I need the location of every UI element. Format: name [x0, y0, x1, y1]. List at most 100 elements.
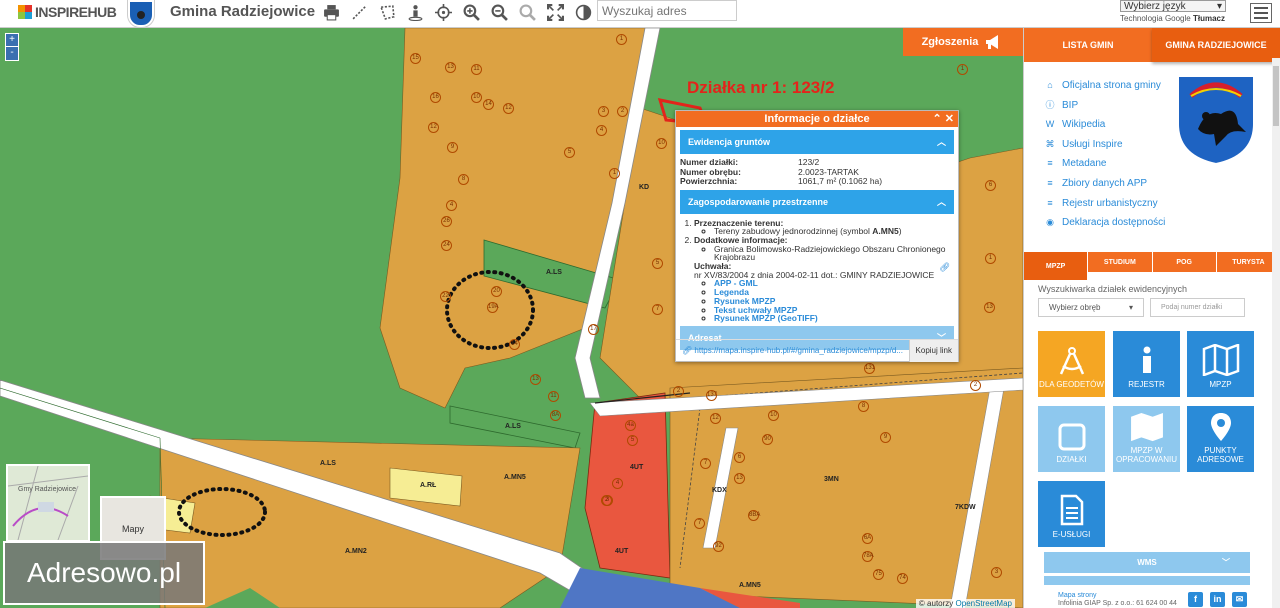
zone-label: A.MN5 [739, 582, 761, 589]
municipality-crest-icon [128, 0, 154, 27]
precinct-select[interactable]: Wybierz obręb ▾ [1038, 298, 1144, 317]
subtab-mpzp[interactable]: MPZP [1024, 252, 1089, 280]
translate-brand-tlumacz: Tłumacz [1192, 14, 1225, 23]
parcel-number: 7 [652, 304, 663, 315]
osm-link[interactable]: OpenStreetMap [956, 599, 1012, 608]
contrast-icon[interactable] [574, 3, 593, 22]
eye-icon: ◉ [1046, 217, 1054, 228]
copy-link-button[interactable]: Kopiuj link [908, 339, 958, 362]
linkedin-icon[interactable]: in [1210, 592, 1225, 607]
zoom-extent-icon[interactable] [518, 3, 537, 22]
translate-brand-google: Google [1164, 14, 1191, 23]
parcel-number: 19A [487, 302, 499, 313]
zone-label: KDX [712, 487, 727, 494]
sidebar: LISTA GMIN GMINA RADZIEJOWICE ⌂ Oficjalna… [1023, 28, 1280, 608]
translate-label: Technologia [1120, 14, 1163, 23]
print-icon[interactable] [322, 3, 341, 22]
parcel-number: 24 [441, 240, 452, 251]
subtab-studium[interactable]: STUDIUM [1088, 252, 1153, 272]
tile-e-uslugi[interactable]: E-USŁUGI [1038, 481, 1105, 547]
parcel-number: 7 [694, 518, 705, 529]
tile-dla-geodetow[interactable]: DLA GEODETÓW [1038, 331, 1105, 397]
section-ewidencja[interactable]: Ewidencja gruntów ︿ [680, 130, 954, 154]
tile-label: E-USŁUGI [1052, 530, 1091, 539]
parcel-number: 12 [503, 103, 514, 114]
item2-bullet: Granica Bolimowsko-Radziejowickiego Obsz… [714, 244, 954, 262]
streetview-icon[interactable] [406, 3, 425, 22]
link-icon: 🔗︎ [682, 346, 695, 355]
inspirehub-logo[interactable]: INSPIREHUB [18, 4, 117, 20]
sidebar-link[interactable]: ≡ Metadane [1044, 154, 1165, 174]
field-row: Powierzchnia: 1061,7 m² (0.1062 ha) [680, 176, 954, 187]
zoning-details: Przeznaczenie terenu: Tereny zabudowy je… [680, 218, 954, 323]
sidebar-link-label: Deklaracja dostępności [1062, 217, 1166, 229]
locate-icon[interactable] [434, 3, 453, 22]
report-button-label: Zgłoszenia [921, 36, 979, 48]
close-icon[interactable]: ✕ [945, 113, 954, 125]
sidebar-link-label: Usługi Inspire [1062, 138, 1123, 150]
zoom-in-icon[interactable] [462, 3, 481, 22]
parcel-number: 11 [471, 64, 482, 75]
tile-dzialki[interactable]: DZIAŁKI [1038, 406, 1105, 472]
inspirehub-logo-mark-icon [18, 5, 32, 19]
tile-mpzp-w-opracowaniu[interactable]: MPZP W OPRACOWANIU [1113, 406, 1180, 472]
field-value: 1061,7 m² (0.1062 ha) [798, 176, 883, 186]
parcel-number: 137 [706, 390, 717, 401]
tile-label: MPZP [1209, 380, 1232, 389]
map-attribution: © autorzy OpenStreetMap [915, 599, 1015, 608]
parcel-number: 14 [483, 99, 494, 110]
plot-number-input[interactable]: Podaj numer działki [1150, 298, 1245, 317]
sidebar-link[interactable]: W Wikipedia [1044, 115, 1165, 135]
link-icon[interactable]: 🔗︎ [939, 262, 950, 272]
sidebar-link[interactable]: ⓘ BIP [1044, 96, 1165, 116]
facebook-icon[interactable]: f [1188, 592, 1203, 607]
language-select[interactable]: Wybierz język ▾ [1120, 0, 1226, 12]
menu-icon[interactable] [1250, 3, 1272, 23]
parcel-number: 1 [985, 253, 996, 264]
parcel-number: 2 [617, 106, 628, 117]
measure-line-icon[interactable] [350, 3, 369, 22]
tile-rejestr[interactable]: REJESTR [1113, 331, 1180, 397]
zoom-in-button[interactable]: + [6, 34, 18, 47]
hotline-text: Infolinia GIAP Sp. z o.o.: 61 624 00 44 [1058, 600, 1177, 607]
tile-mpzp[interactable]: MPZP [1187, 331, 1254, 397]
report-button[interactable]: Zgłoszenia [903, 28, 1023, 56]
parcel-number: 75 [873, 569, 884, 580]
tile-punkty-adresowe[interactable]: PUNKTY ADRESOWE [1187, 406, 1254, 472]
sidebar-link-label: Oficjalna strona gminy [1062, 80, 1161, 91]
collapse-icon[interactable]: ⌃ [933, 113, 942, 125]
zoom-out-icon[interactable] [490, 3, 509, 22]
chevron-up-icon: ︿ [936, 137, 946, 147]
subtab-turysta[interactable]: TURYSTA [1216, 252, 1280, 272]
wms-accordion[interactable]: WMS ﹀ [1044, 552, 1250, 573]
sidebar-link[interactable]: ≡ Zbiory danych APP [1044, 174, 1165, 194]
popup-header: Informacje o działce ⌃ ✕ [676, 111, 958, 127]
parcel-number: 8BA [748, 510, 760, 521]
measure-area-icon[interactable] [378, 3, 397, 22]
fullscreen-icon[interactable] [546, 3, 565, 22]
footer-info: Mapa strony Infolinia GIAP Sp. z o.o.: 6… [1058, 592, 1177, 608]
zoom-out-button[interactable]: - [6, 47, 18, 60]
tab-lista-gmin[interactable]: LISTA GMIN [1024, 28, 1152, 62]
link-geotiff[interactable]: Rysunek MPZP (GeoTIFF) [714, 313, 818, 323]
sidebar-scrollbar[interactable] [1272, 58, 1280, 608]
sitemap-link[interactable]: Mapa strony [1058, 592, 1097, 599]
address-search-input[interactable] [597, 0, 737, 21]
minimap-graphic [7, 465, 89, 541]
parcel-number: 74 [897, 573, 908, 584]
info-icon [1142, 346, 1151, 373]
sidebar-link[interactable]: ⌘ Usługi Inspire [1044, 135, 1165, 155]
section-zagospodarowanie[interactable]: Zagospodarowanie przestrzenne ︿ [680, 189, 954, 214]
subtab-pog[interactable]: POG [1152, 252, 1217, 272]
tab-gmina-radziejowice[interactable]: GMINA RADZIEJOWICE [1152, 28, 1280, 62]
share-url[interactable]: 🔗︎ https://mapa.inspire-hub.pl/#/gmina_r… [676, 346, 909, 355]
email-icon[interactable]: ✉ [1232, 592, 1247, 607]
sidebar-link[interactable]: ◉ Deklaracja dostępności [1044, 213, 1165, 233]
parcel-number: 78A [862, 551, 874, 562]
sidebar-link[interactable]: ⌂ Oficjalna strona gminy [1044, 76, 1165, 96]
parcel-number: 26 [441, 216, 452, 227]
accordion-bar[interactable] [1044, 576, 1250, 585]
minimap-osm[interactable]: Gmy Radziejowice [6, 464, 90, 542]
section-zagosp-title: Zagospodarowanie przestrzenne [688, 196, 829, 207]
sidebar-link[interactable]: ≡ Rejestr urbanistyczny [1044, 194, 1165, 214]
